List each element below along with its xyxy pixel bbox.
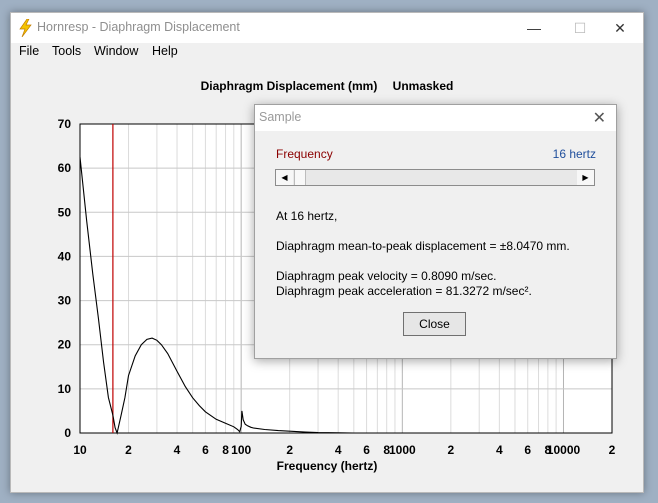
x-axis-label: Frequency (hertz) [276, 459, 378, 473]
x-tick-label: 2 [447, 443, 454, 457]
frequency-scrollbar[interactable]: ◀ ▶ [275, 169, 595, 186]
sample-line-frequency: At 16 hertz, [276, 209, 338, 223]
x-tick-label: 6 [524, 443, 531, 457]
sample-line-displacement: Diaphragm mean-to-peak displacement = ±8… [276, 239, 570, 253]
dialog-title-bar[interactable]: Sample ✕ [255, 105, 616, 131]
close-icon: ✕ [614, 19, 626, 36]
y-tick-label: 10 [58, 382, 72, 396]
y-tick-label: 60 [58, 161, 72, 175]
y-tick-label: 20 [58, 338, 72, 352]
x-tick-label: 2 [609, 443, 616, 457]
dialog-close-icon[interactable]: ✕ [593, 108, 606, 128]
x-tick-label: 10 [73, 443, 87, 457]
y-tick-label: 0 [64, 426, 71, 440]
scroll-thumb[interactable] [294, 170, 306, 185]
x-tick-label: 10000 [547, 443, 581, 457]
x-tick-label: 8 [222, 443, 229, 457]
y-tick-label: 40 [58, 249, 72, 263]
frequency-value: 16 hertz [552, 147, 596, 161]
sample-line-acceleration: Diaphragm peak acceleration = 81.3272 m/… [276, 284, 532, 298]
menu-tools[interactable]: Tools [52, 44, 81, 58]
frequency-label: Frequency [276, 147, 333, 161]
x-tick-label: 4 [496, 443, 503, 457]
x-tick-label: 2 [125, 443, 132, 457]
menu-window[interactable]: Window [94, 44, 138, 58]
minimize-button[interactable]: — [511, 13, 557, 43]
x-tick-label: 6 [363, 443, 370, 457]
y-tick-label: 30 [58, 294, 72, 308]
x-tick-label: 6 [202, 443, 209, 457]
scroll-right-icon[interactable]: ▶ [577, 170, 594, 185]
menu-file[interactable]: File [19, 44, 39, 58]
x-tick-label: 4 [174, 443, 181, 457]
y-tick-label: 50 [58, 205, 72, 219]
x-tick-label: 100 [231, 443, 251, 457]
dialog-title: Sample [259, 110, 302, 124]
y-tick-label: 70 [58, 117, 72, 131]
x-tick-label: 2 [286, 443, 293, 457]
sample-dialog: Sample ✕ Frequency 16 hertz ◀ ▶ At 16 he… [254, 104, 617, 359]
sample-line-velocity: Diaphragm peak velocity = 0.8090 m/sec. [276, 269, 497, 283]
title-bar[interactable]: Hornresp - Diaphragm Displacement — ☐ ✕ [11, 13, 643, 43]
scroll-left-icon[interactable]: ◀ [276, 170, 293, 185]
close-window-button[interactable]: ✕ [597, 13, 643, 43]
x-tick-label: 1000 [389, 443, 416, 457]
menu-help[interactable]: Help [152, 44, 178, 58]
menu-bar: File Tools Window Help [11, 43, 643, 63]
window-title: Hornresp - Diaphragm Displacement [37, 20, 240, 34]
lightning-bolt-icon [19, 19, 32, 37]
minimize-icon: — [527, 20, 541, 36]
x-tick-label: 4 [335, 443, 342, 457]
close-button[interactable]: Close [403, 312, 466, 336]
maximize-icon: ☐ [573, 19, 587, 36]
